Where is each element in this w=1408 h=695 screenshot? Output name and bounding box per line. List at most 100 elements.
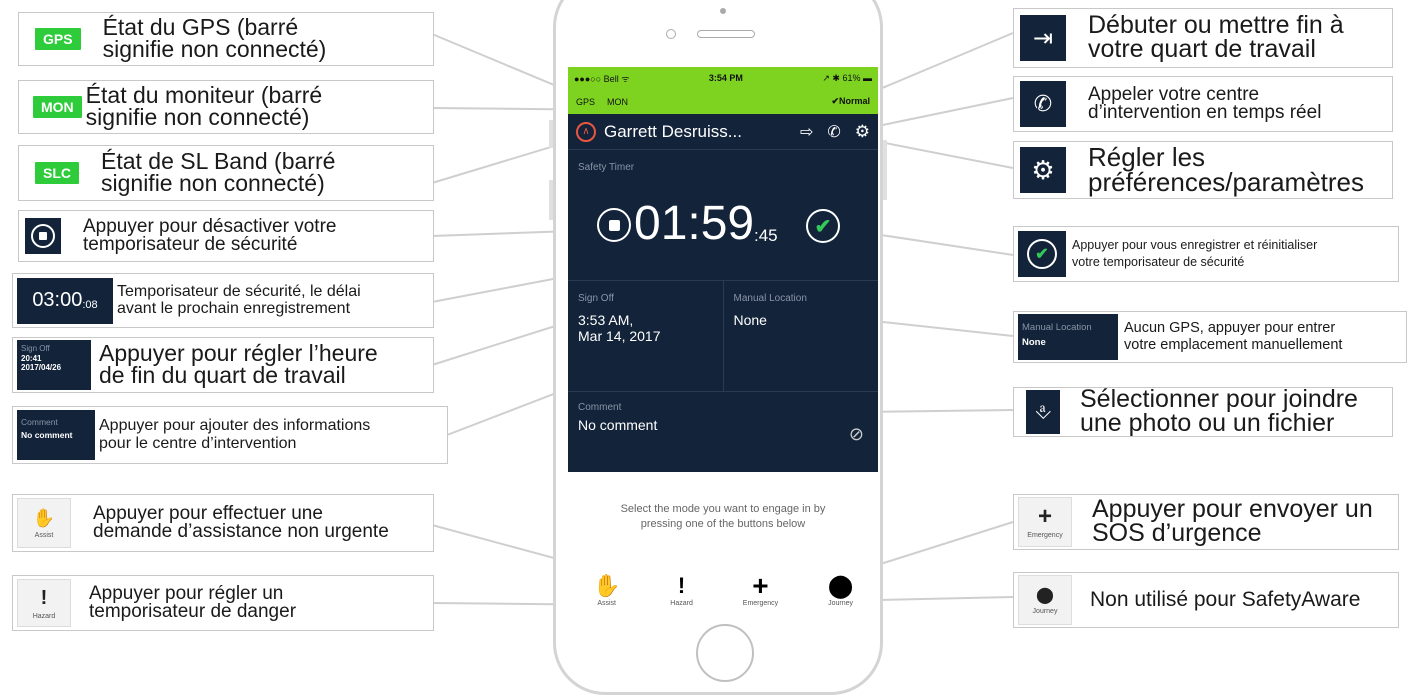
check-circle-icon: ✔ <box>1027 239 1057 269</box>
paperclip-icon[interactable]: ⊘ <box>849 424 864 445</box>
journey-sample-label: Journey <box>1032 608 1058 615</box>
callout-timer: 03:00:08 Temporisateur de sécurité, le d… <box>12 273 434 328</box>
hazard-icon-sample: ! Hazard <box>17 579 71 627</box>
safety-timer-panel: Safety Timer 01:59 :45 ✔ <box>568 150 878 281</box>
shift-arrow-icon[interactable]: ⇨ <box>800 122 813 142</box>
callout-stop-line2: temporisateur de sécurité <box>83 234 298 255</box>
callout-mon: MON État du moniteur (barré signifie non… <box>18 80 434 134</box>
safety-timer-label: Safety Timer <box>578 162 635 173</box>
checkin-icon-sample: ✔ <box>1018 231 1066 277</box>
callout-assist: ✋ Assist Appuyer pour effectuer une dema… <box>12 494 434 552</box>
signoff-sample-label: Sign Off <box>21 344 50 353</box>
manual-location-label: Manual Location <box>733 293 807 304</box>
callout-location: Manual Location None Aucun GPS, appuyer … <box>1013 311 1407 363</box>
comment-value: No comment <box>578 417 658 433</box>
comment-label: Comment <box>578 402 622 413</box>
gear-icon: ⚙ <box>1031 154 1055 185</box>
paperclip-icon: ⎀ <box>1035 400 1051 423</box>
callout-shift: ⇥ Débuter ou mettre fin à votre quart de… <box>1013 8 1393 68</box>
home-button[interactable] <box>696 624 754 682</box>
callout-timer-line1: Temporisateur de sécurité, le délai <box>117 282 361 300</box>
callout-location-line2: votre emplacement manuellement <box>1124 337 1343 353</box>
manual-location-cell[interactable]: Manual Location None <box>724 281 879 391</box>
timer-sample-seconds: :08 <box>82 298 98 311</box>
callout-timer-line2: avant le prochain enregistrement <box>117 299 351 317</box>
callout-comment-text: Appuyer pour ajouter des informations po… <box>99 417 370 452</box>
assist-label: Assist <box>597 600 616 607</box>
mode-hint-line1: Select the mode you want to engage in by <box>620 503 826 515</box>
callout-location-text: Aucun GPS, appuyer pour entrer votre emp… <box>1124 320 1342 353</box>
sign-in-icon: ⇥ <box>1032 24 1054 52</box>
stop-icon <box>608 219 620 231</box>
emergency-icon-sample: + Emergency <box>1018 497 1072 547</box>
sign-off-cell[interactable]: Sign Off 3:53 AM, Mar 14, 2017 <box>568 281 724 391</box>
comment-icon-sample: Comment No comment <box>17 410 95 460</box>
mode-hint: Select the mode you want to engage in by… <box>568 502 878 532</box>
mode-buttons: ✋ Assist ! Hazard + Emergency ⬤ Journey <box>568 570 878 607</box>
callout-emergency: + Emergency Appuyer pour envoyer un SOS … <box>1013 494 1399 550</box>
location-pin-icon: ⬤ <box>828 573 853 598</box>
timer-seconds: :45 <box>754 226 778 245</box>
location-sample-label: Manual Location <box>1022 322 1092 333</box>
callout-stop-timer: Appuyer pour désactiver votre temporisat… <box>18 210 434 262</box>
callout-comment: Comment No comment Appuyer pour ajouter … <box>12 406 448 464</box>
hazard-button[interactable]: ! Hazard <box>670 572 693 607</box>
journey-label: Journey <box>828 600 854 607</box>
hazard-label: Hazard <box>670 600 693 607</box>
gear-icon[interactable]: ⚙ <box>855 122 870 142</box>
callout-attach-line2: une photo ou un fichier <box>1080 409 1335 437</box>
callout-mon-text: État du moniteur (barré signifie non con… <box>86 84 323 129</box>
shift-icon-sample: ⇥ <box>1020 15 1066 61</box>
callout-timer-text: Temporisateur de sécurité, le délai avan… <box>117 282 361 318</box>
timer-value: 01:59 <box>634 197 755 250</box>
close-circle-icon[interactable]: ∧ <box>576 121 596 142</box>
callout-gps: GPS État du GPS (barré signifie non conn… <box>18 12 434 66</box>
phone-side-button <box>549 180 553 220</box>
mon-indicator: MON <box>607 96 629 107</box>
callout-settings: ⚙ Régler les préférences/paramètres <box>1013 141 1393 199</box>
journey-button[interactable]: ⬤ Journey <box>828 572 853 607</box>
callout-journey-text: Non utilisé pour SafetyAware <box>1090 589 1360 610</box>
hand-icon: ✋ <box>592 573 621 598</box>
phone-side-button <box>883 140 887 200</box>
gps-badge: GPS <box>35 28 81 50</box>
attach-icon-sample: ⎀ <box>1026 390 1060 434</box>
check-in-button[interactable]: ✔ <box>806 209 840 243</box>
status-normal: ✔Normal <box>831 96 870 106</box>
timer-sample-value: 03:00 <box>32 289 83 311</box>
callout-signoff-line2: de fin du quart de travail <box>99 362 346 388</box>
comment-cell[interactable]: Comment No comment ⊘ <box>568 392 878 472</box>
callout-hazard-text: Appuyer pour régler un temporisateur de … <box>89 584 296 621</box>
callout-checkin-line2: votre temporisateur de sécurité <box>1072 255 1245 269</box>
stop-icon-sample <box>25 218 61 254</box>
timer-icon-sample: 03:00:08 <box>17 277 113 324</box>
callout-attach: ⎀ Sélectionner pour joindre une photo ou… <box>1013 387 1393 437</box>
callout-shift-text: Débuter ou mettre fin à votre quart de t… <box>1088 13 1344 63</box>
callout-signoff: Sign Off 20:41 2017/04/26 Appuyer pour r… <box>12 337 434 393</box>
phone-screen: ●●●○○ Bell ᯤ 3:54 PM ↗ ✱ 61% ▬ GPS MON ✔… <box>568 67 878 615</box>
callout-assist-line2: demande d’assistance non urgente <box>93 521 389 542</box>
plus-icon: + <box>1037 503 1052 530</box>
info-row: Sign Off 3:53 AM, Mar 14, 2017 Manual Lo… <box>568 281 878 392</box>
phone-side-button <box>549 120 553 148</box>
sign-off-value-line1: 3:53 AM, <box>578 312 634 328</box>
check-icon: ✔ <box>814 215 832 238</box>
hand-icon: ✋ <box>32 507 56 528</box>
callout-checkin-text: Appuyer pour vous enregistrer et réiniti… <box>1072 237 1317 271</box>
location-icon-sample: Manual Location None <box>1018 314 1118 360</box>
mode-selection-area: Select the mode you want to engage in by… <box>568 472 878 615</box>
callout-shift-line2: votre quart de travail <box>1088 35 1316 63</box>
callout-comment-line1: Appuyer pour ajouter des informations <box>99 417 371 435</box>
phone-call-icon[interactable]: ✆ <box>827 122 840 142</box>
assist-button[interactable]: ✋ Assist <box>593 572 620 607</box>
phone-sensor <box>720 8 726 14</box>
callout-slc: SLC État de SL Band (barré signifie non … <box>18 145 434 201</box>
location-pin-icon: ⬤ <box>1036 587 1054 604</box>
sign-off-label: Sign Off <box>578 293 614 304</box>
callout-call-line2: d’intervention en temps réel <box>1088 102 1322 123</box>
hazard-sample-label: Hazard <box>32 612 56 620</box>
signoff-icon-sample: Sign Off 20:41 2017/04/26 <box>17 340 91 390</box>
emergency-button[interactable]: + Emergency <box>743 570 778 607</box>
stop-timer-button[interactable] <box>597 208 631 242</box>
callout-settings-text: Régler les préférences/paramètres <box>1088 144 1364 194</box>
